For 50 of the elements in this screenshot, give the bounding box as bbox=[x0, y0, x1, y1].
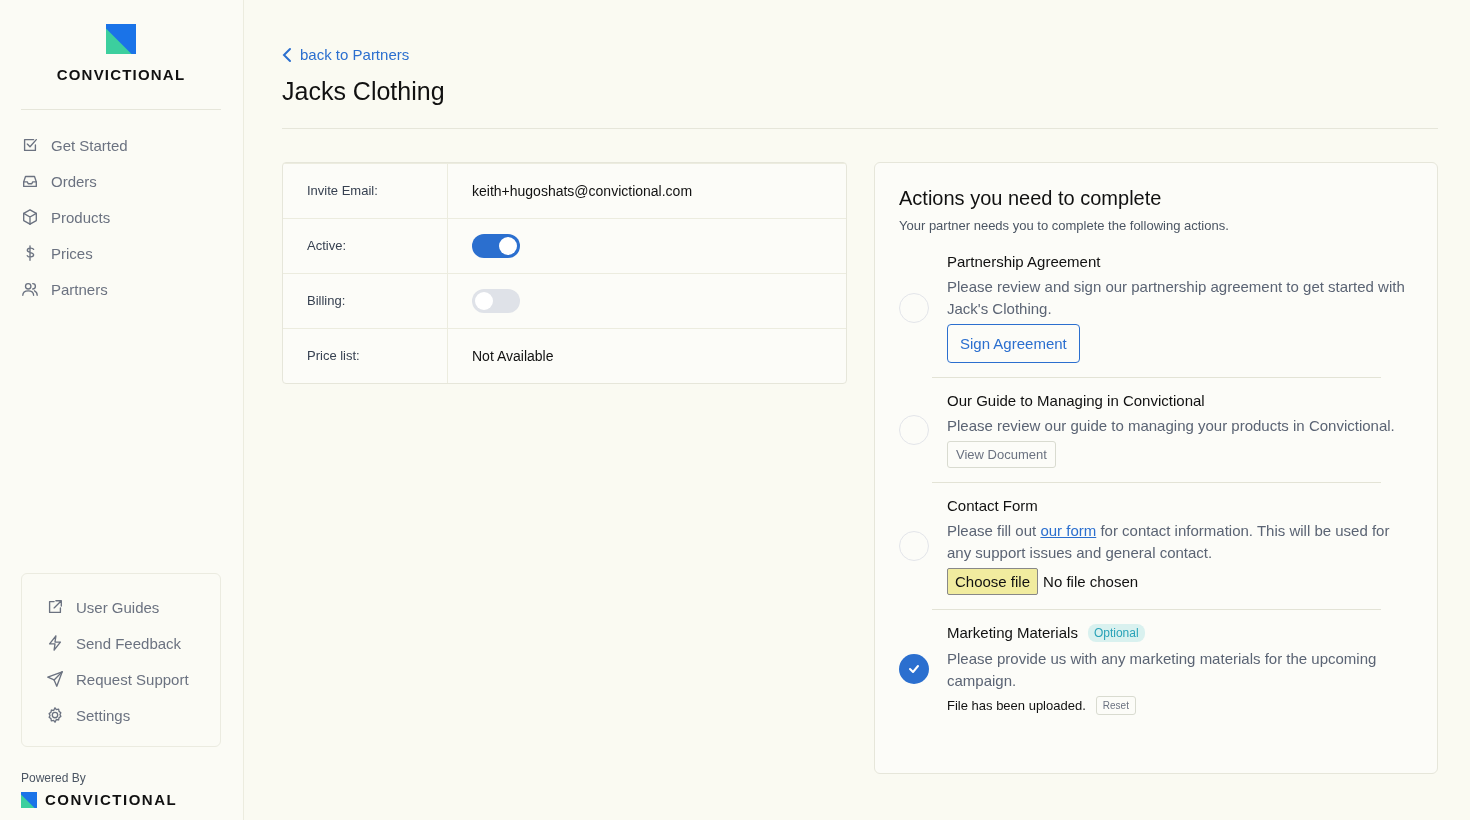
brand-name: CONVICTIONAL bbox=[56, 66, 186, 83]
action-description: Please provide us with any marketing materials for the upcoming campaign. bbox=[947, 648, 1378, 691]
action-title: Our Guide to Managing in Convictional bbox=[947, 391, 1205, 409]
card-title: Actions you need to complete bbox=[899, 186, 1163, 210]
logo-icon bbox=[21, 791, 37, 808]
sidebar-item[interactable]: Orders bbox=[21, 172, 97, 190]
help-link[interactable]: Settings bbox=[46, 706, 131, 724]
card-subtitle: Your partner needs you to complete the following actions. bbox=[899, 217, 1230, 233]
external-link-icon bbox=[46, 598, 64, 616]
sidebar-item[interactable]: Prices bbox=[21, 244, 93, 262]
chevron-left-icon bbox=[282, 46, 292, 63]
back-link[interactable]: back to Partners bbox=[282, 46, 410, 63]
detail-value: keith+hugoshats@convictional.com bbox=[472, 182, 693, 199]
action-title: Partnership Agreement bbox=[947, 252, 1101, 270]
detail-label: Invite Email: bbox=[307, 183, 378, 198]
cube-icon bbox=[21, 208, 39, 226]
users-icon bbox=[21, 280, 39, 298]
detail-label: Price list: bbox=[307, 348, 360, 363]
action-description: Please review and sign our partnership agreement to get started with Jack's Clothing. bbox=[947, 276, 1406, 319]
sign-button[interactable]: Sign Agreement bbox=[947, 323, 1080, 363]
powered-by-label: Powered By bbox=[21, 771, 87, 785]
detail-value: Not Available bbox=[472, 347, 554, 364]
action-description: Please fill out our form for contact information. This will be used for any support issues and general contact. bbox=[947, 520, 1391, 563]
toggle-switch[interactable] bbox=[472, 288, 520, 313]
logo-icon bbox=[106, 24, 136, 54]
detail-label: Billing: bbox=[307, 293, 346, 308]
optional-badge: Optional bbox=[1087, 623, 1145, 642]
form-link[interactable]: our form bbox=[1040, 521, 1097, 539]
paper-plane-icon bbox=[46, 670, 64, 688]
action-title: Marketing Materials bbox=[947, 624, 1078, 641]
view-document-button[interactable]: View Document bbox=[947, 440, 1056, 468]
file-status: No file chosen bbox=[1043, 572, 1139, 590]
help-link[interactable]: Send Feedback bbox=[46, 634, 182, 652]
choose-file-button[interactable]: Choose file bbox=[947, 567, 1039, 595]
action-title: Contact Form bbox=[947, 496, 1038, 514]
sidebar-item[interactable]: Products bbox=[21, 208, 111, 226]
page-title: Jacks Clothing bbox=[282, 76, 446, 106]
sidebar-item[interactable]: Get Started bbox=[21, 136, 128, 154]
lightning-icon bbox=[46, 634, 64, 652]
help-link[interactable]: Request Support bbox=[46, 670, 189, 688]
brand-name: CONVICTIONAL bbox=[45, 791, 178, 808]
reset-button[interactable]: Reset bbox=[1095, 695, 1136, 715]
action-description: Please review our guide to managing your products in Convictional. bbox=[947, 415, 1396, 436]
help-link[interactable]: User Guides bbox=[46, 598, 160, 616]
sidebar-item[interactable]: Partners bbox=[21, 280, 108, 298]
toggle-switch[interactable] bbox=[472, 233, 520, 258]
checkbox-icon bbox=[21, 136, 39, 154]
upload-status: File has been uploaded. bbox=[947, 697, 1086, 713]
detail-label: Active: bbox=[307, 238, 346, 253]
settings-icon bbox=[46, 706, 64, 724]
